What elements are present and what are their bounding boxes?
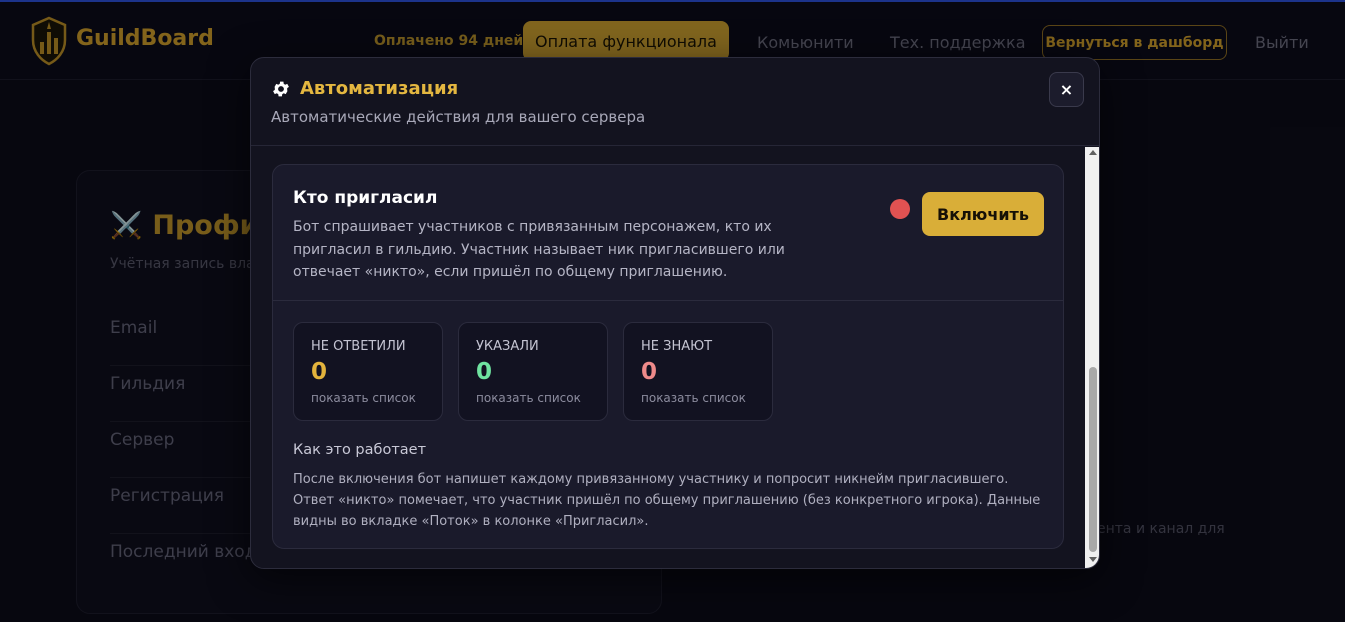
gear-icon [273, 81, 289, 96]
scrollbar-thumb[interactable] [1089, 367, 1097, 552]
modal-scrollbar[interactable] [1085, 147, 1099, 568]
card-description: Бот спрашивает участников с привязанным … [293, 219, 785, 280]
modal-title: Автоматизация [271, 78, 458, 99]
modal-subtitle: Автоматические действия для вашего серве… [271, 108, 646, 126]
card-divider [273, 300, 1063, 301]
card-title: Кто пригласил [293, 188, 438, 208]
stat-label: НЕ ЗНАЮТ [641, 339, 713, 354]
stat-not-answered: НЕ ОТВЕТИЛИ 0 показать список [293, 322, 443, 421]
modal-body: Кто пригласил Бот спрашивает участников … [251, 147, 1085, 568]
close-button[interactable]: × [1049, 72, 1084, 107]
stat-value: 0 [476, 359, 493, 385]
scroll-down-arrow-icon[interactable] [1089, 557, 1097, 562]
modal-header: Автоматизация Автоматические действия дл… [251, 58, 1099, 146]
automation-modal: Автоматизация Автоматические действия дл… [250, 57, 1100, 569]
show-list-link[interactable]: показать список [476, 391, 581, 405]
inviter-automation-card: Кто пригласил Бот спрашивает участников … [272, 164, 1064, 549]
show-list-link[interactable]: показать список [641, 391, 746, 405]
stat-dont-know: НЕ ЗНАЮТ 0 показать список [623, 322, 773, 421]
stat-value: 0 [311, 359, 328, 385]
show-list-link[interactable]: показать список [311, 391, 416, 405]
stat-specified: УКАЗАЛИ 0 показать список [458, 322, 608, 421]
status-indicator [890, 199, 910, 219]
stat-label: УКАЗАЛИ [476, 339, 539, 354]
how-it-works-text: После включения бот напишет каждому прив… [293, 472, 1041, 529]
scroll-up-arrow-icon[interactable] [1089, 150, 1097, 155]
stat-label: НЕ ОТВЕТИЛИ [311, 339, 406, 354]
stat-value: 0 [641, 359, 658, 385]
how-it-works-title: Как это работает [293, 442, 427, 458]
enable-button[interactable]: Включить [922, 192, 1044, 236]
